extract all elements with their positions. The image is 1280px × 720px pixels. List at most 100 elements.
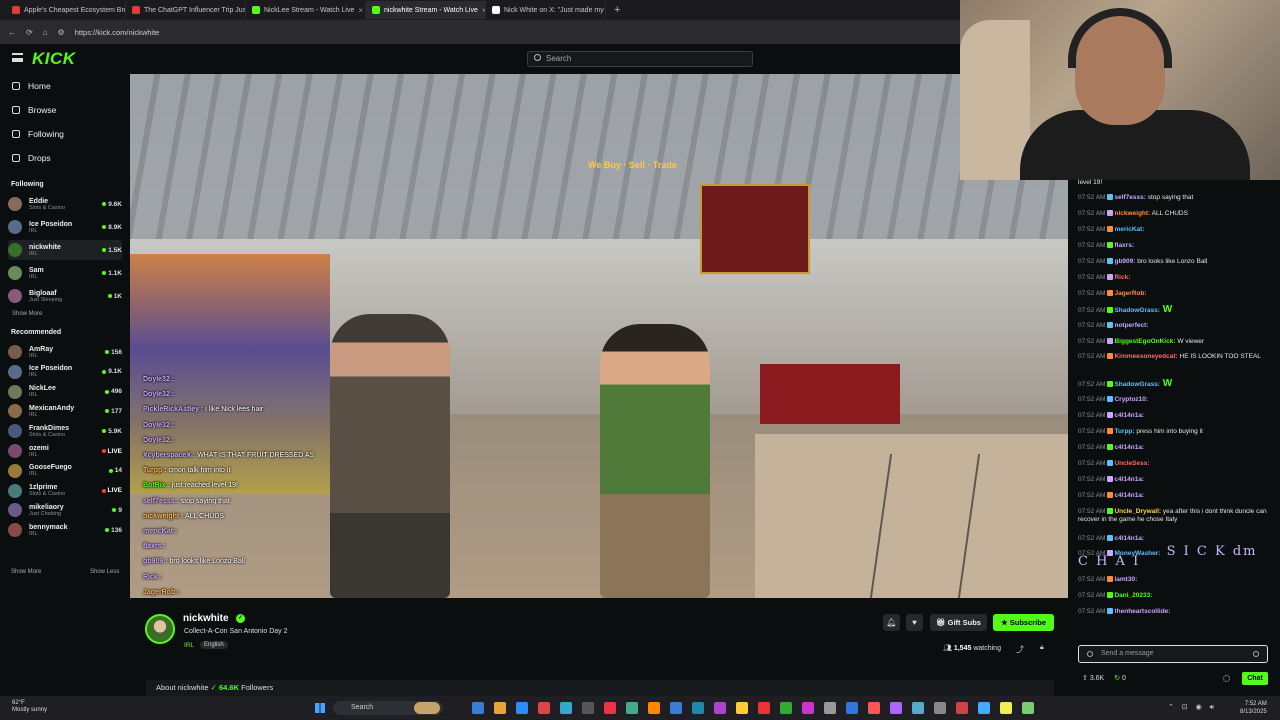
taskbar-app-icon[interactable] xyxy=(802,702,814,714)
taskbar-app-icon[interactable] xyxy=(780,702,792,714)
chat-input[interactable]: Send a message xyxy=(1078,645,1268,663)
taskbar-app-icon[interactable] xyxy=(956,702,968,714)
site-info-icon[interactable]: ⚙ xyxy=(58,28,65,37)
chat-send-button[interactable]: Chat xyxy=(1242,672,1268,685)
taskbar-app-icon[interactable] xyxy=(1022,702,1034,714)
taskbar-app-icon[interactable] xyxy=(868,702,880,714)
taskbar-app-icon[interactable] xyxy=(978,702,990,714)
sidebar-nav-home[interactable]: Home xyxy=(12,81,51,91)
url-text[interactable]: https://kick.com/nickwhite xyxy=(75,28,160,37)
chat-username[interactable]: mericKat: xyxy=(1114,226,1144,233)
chat-username[interactable]: Rick: xyxy=(1114,274,1130,281)
taskbar-app-icon[interactable] xyxy=(714,702,726,714)
home-icon[interactable]: ⌂ xyxy=(43,28,48,37)
system-tray[interactable]: ⌃ ⊡ ◉ 🔊︎ xyxy=(1168,703,1217,712)
taskbar-app-icon[interactable] xyxy=(516,702,528,714)
chat-username[interactable]: c4l14n1a: xyxy=(1114,535,1144,542)
stream-language-tag[interactable]: English xyxy=(200,641,228,649)
hamburger-menu-icon[interactable] xyxy=(12,53,23,62)
stream-category[interactable]: IRL xyxy=(184,642,194,649)
sidebar-channel[interactable]: Bigloaaf Just Sleeping 1K xyxy=(8,286,122,306)
chat-username[interactable]: gb909: xyxy=(1114,258,1135,265)
kick-logo[interactable]: KICK xyxy=(32,49,76,69)
taskbar-app-icon[interactable] xyxy=(414,702,440,714)
points-stat[interactable]: ↻ 0 xyxy=(1114,674,1126,682)
taskbar-app-icon[interactable] xyxy=(626,702,638,714)
chat-username[interactable]: self7esss: xyxy=(1114,194,1145,201)
sidebar-channel[interactable]: GooseFuego IRL 14 xyxy=(8,461,122,481)
taskbar-app-icon[interactable] xyxy=(934,702,946,714)
taskbar-app-icon[interactable] xyxy=(912,702,924,714)
taskbar-app-icon[interactable] xyxy=(846,702,858,714)
lock-icon[interactable]: 🔒︎ xyxy=(1040,644,1044,652)
chat-username[interactable]: JagerRob: xyxy=(1114,290,1146,297)
sidebar-channel[interactable]: MexicanAndy IRL 177 xyxy=(8,401,122,421)
taskbar-app-icon[interactable] xyxy=(604,702,616,714)
chat-username[interactable]: flaxrs: xyxy=(1114,242,1134,249)
address-bar[interactable]: ← ⟳ ⌂ ⚙ https://kick.com/nickwhite xyxy=(0,20,960,44)
channel-name[interactable]: nickwhite xyxy=(183,613,229,624)
chat-username[interactable]: Cryptoz10: xyxy=(1114,396,1148,403)
follow-heart-icon[interactable]: ♥ xyxy=(906,614,923,631)
taskbar-app-icon[interactable] xyxy=(494,702,506,714)
sidebar-channel[interactable]: bennymack IRL 136 xyxy=(8,520,122,540)
chat-username[interactable]: Uncle_Drywall: xyxy=(1114,508,1161,515)
share-icon[interactable]: ⤴ xyxy=(1016,644,1024,655)
sidebar-channel[interactable]: 1zlprime Slots & Casino LIVE xyxy=(8,481,122,501)
taskbar-app-icon[interactable] xyxy=(670,702,682,714)
chat-username[interactable]: Turpp: xyxy=(1114,428,1134,435)
channel-avatar[interactable] xyxy=(145,614,175,644)
chat-username[interactable]: c4l14n1a: xyxy=(1114,476,1144,483)
taskbar-app-icon[interactable] xyxy=(560,702,572,714)
about-section[interactable]: About nickwhite ✓ 64.6K Followers xyxy=(146,680,1054,696)
weather-widget[interactable]: 62°F Mostly sunny xyxy=(12,700,47,714)
sidebar-channel[interactable]: Sam IRL 1.1K xyxy=(8,263,122,283)
clock[interactable]: 7:52 AM 8/13/2025 xyxy=(1240,700,1267,716)
sidebar-channel[interactable]: mikeliaory Just Chatting 9 xyxy=(8,500,122,520)
taskbar-app-icon[interactable] xyxy=(648,702,660,714)
sidebar-channel[interactable]: Ice Poseidon IRL 8.9K xyxy=(8,217,122,237)
reload-icon[interactable]: ⟳ xyxy=(26,28,33,37)
windows-start-icon[interactable] xyxy=(315,703,325,713)
subscribe-button[interactable]: ★ Subscribe xyxy=(993,614,1054,631)
sidebar-channel[interactable]: NickLee IRL 496 xyxy=(8,382,122,402)
show-less-recommended[interactable]: Show Less xyxy=(90,569,119,575)
show-more-recommended[interactable]: Show More xyxy=(11,569,41,575)
back-icon[interactable]: ← xyxy=(8,28,16,37)
taskbar-app-icon[interactable] xyxy=(758,702,770,714)
taskbar-app-icon[interactable] xyxy=(824,702,836,714)
taskbar-app-icon[interactable] xyxy=(582,702,594,714)
sidebar-channel[interactable]: nickwhite IRL 1.5K xyxy=(8,240,122,260)
taskbar-app-icon[interactable] xyxy=(692,702,704,714)
chat-username[interactable]: Kimmeesoneyedcat: xyxy=(1114,353,1177,360)
chat-username[interactable]: Dani_20233: xyxy=(1114,592,1152,599)
chat-username[interactable]: notperfect: xyxy=(1114,322,1148,329)
chat-username[interactable]: c4l14n1a: xyxy=(1114,492,1144,499)
chat-username[interactable]: UncleSess: xyxy=(1114,460,1149,467)
emoji-icon[interactable] xyxy=(1253,651,1259,657)
sidebar-channel[interactable]: Ice Poseidon IRL 9.1K xyxy=(8,362,122,382)
taskbar-app-icon[interactable] xyxy=(890,702,902,714)
chat-username[interactable]: ShadowGrass: xyxy=(1114,307,1160,314)
sidebar-nav-drops[interactable]: Drops xyxy=(12,153,51,163)
chat-identity-icon[interactable] xyxy=(1087,651,1093,657)
browser-tab[interactable]: Apple's Cheapest Ecosystem Bndl× xyxy=(6,1,126,19)
taskbar-app-icon[interactable] xyxy=(1000,702,1012,714)
chat-username[interactable]: c4l14n1a: xyxy=(1114,444,1144,451)
browser-tab[interactable]: NickLee Stream - Watch Live × xyxy=(246,1,366,19)
notification-bell-icon[interactable]: 🔔︎ xyxy=(883,614,900,631)
sidebar-channel[interactable]: AmRay IRL 156 xyxy=(8,342,122,362)
gift-subs-button[interactable]: 🎁︎ Gift Subs xyxy=(930,614,987,631)
browser-tab[interactable]: nickwhite Stream - Watch Live× xyxy=(366,1,486,19)
chat-username[interactable]: lamt30: xyxy=(1114,576,1137,583)
sidebar-channel[interactable]: FrankDimes Slots & Casino 5.9K xyxy=(8,421,122,441)
sidebar-nav-following[interactable]: Following xyxy=(12,129,64,139)
search-input[interactable]: Search xyxy=(527,51,753,67)
sidebar-channel[interactable]: Eddie Slots & Casino 9.6K xyxy=(8,194,122,214)
sidebar-nav-browse[interactable]: Browse xyxy=(12,105,56,115)
taskbar-app-icon[interactable] xyxy=(538,702,550,714)
new-tab-icon[interactable]: + xyxy=(606,4,628,16)
tab-close-icon[interactable]: × xyxy=(358,6,363,15)
likes-stat[interactable]: ⇪ 3.6K xyxy=(1082,674,1104,682)
video-player[interactable] xyxy=(130,74,1068,598)
